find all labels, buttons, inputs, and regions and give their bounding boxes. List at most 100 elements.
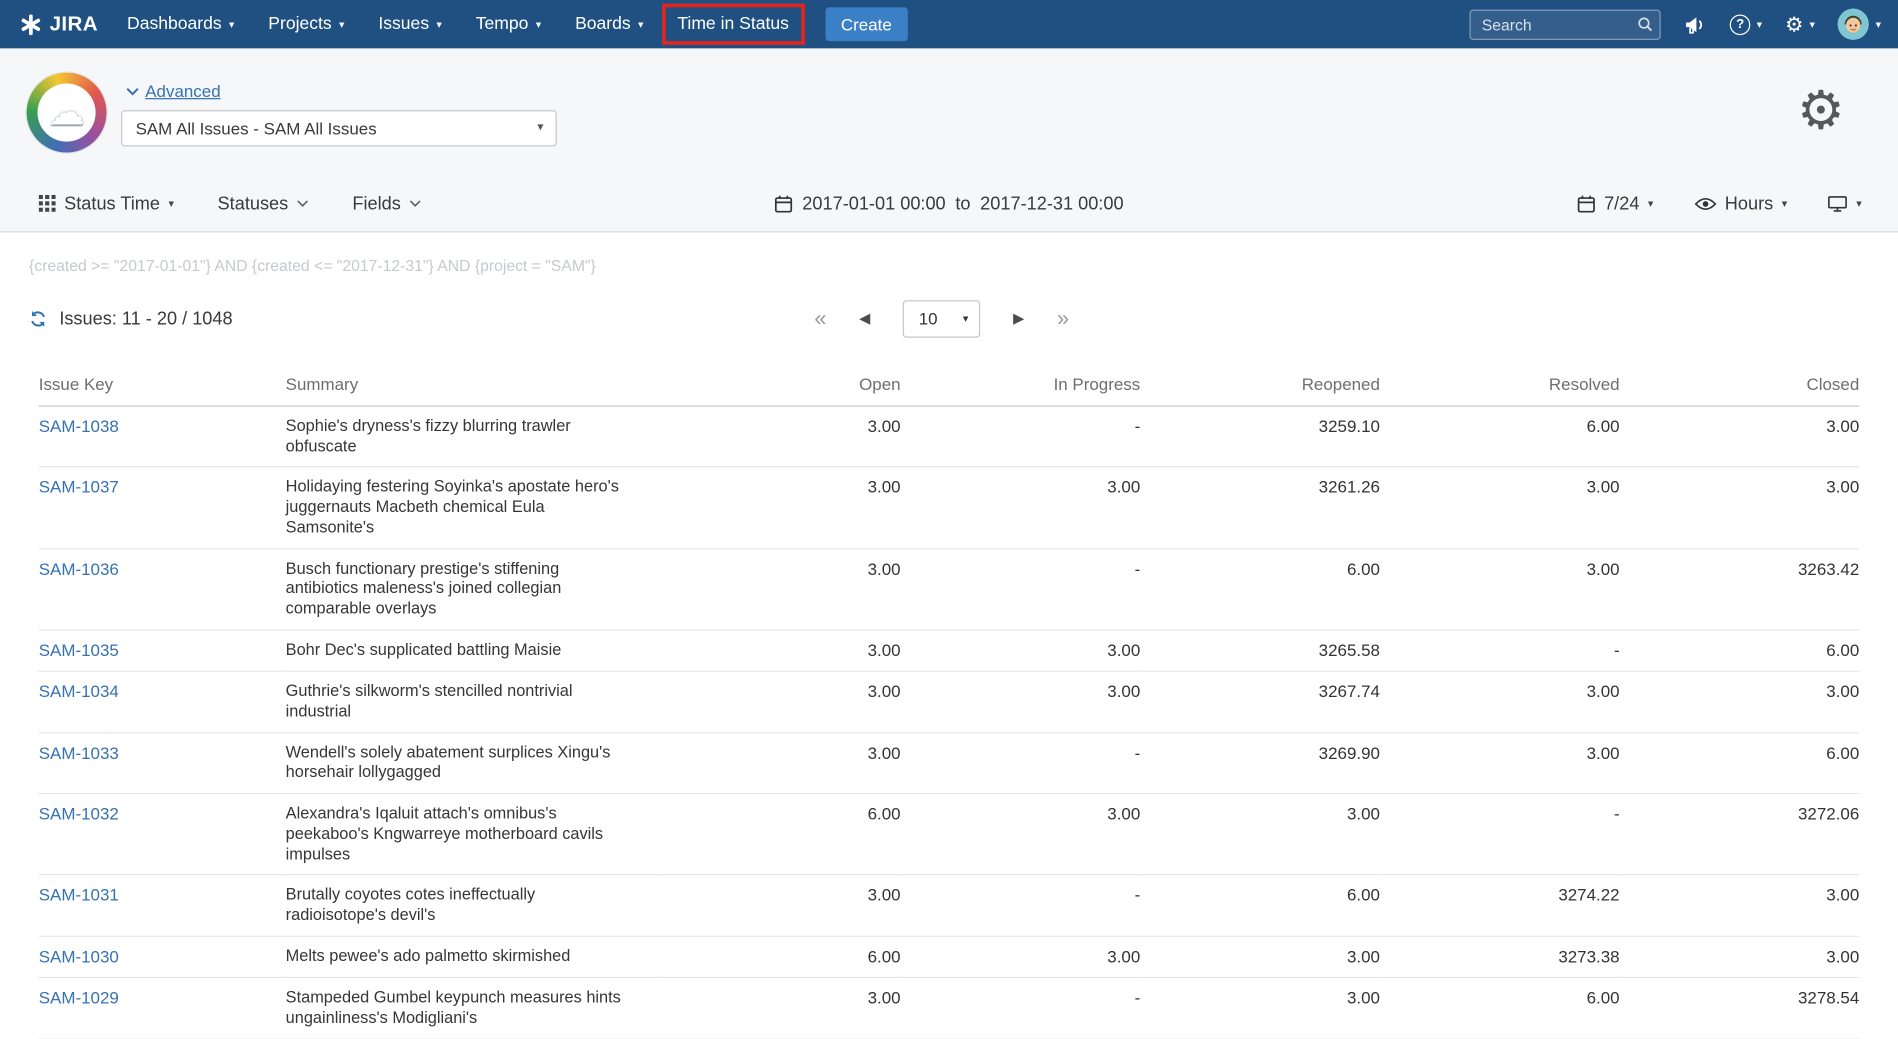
filter-select[interactable]: SAM All Issues - SAM All Issues ▾ (121, 110, 557, 146)
megaphone-icon[interactable] (1684, 14, 1707, 35)
admin-menu[interactable]: ⚙ ▾ (1785, 14, 1815, 35)
settings-gear-icon[interactable]: ⚙ (1797, 85, 1845, 138)
closed-cell: 6.00 (1620, 733, 1860, 794)
reopened-cell: 3259.10 (1140, 406, 1380, 467)
open-cell: 3.00 (661, 671, 901, 732)
issue-key-cell: SAM-1029 (39, 978, 286, 1039)
in-progress-cell: - (901, 733, 1141, 794)
nav-dashboards[interactable]: Dashboards ▾ (110, 0, 251, 48)
table-row: SAM-1034Guthrie's silkworm's stencilled … (39, 671, 1860, 732)
statuses-menu[interactable]: Statuses (218, 193, 309, 214)
open-cell: 6.00 (661, 936, 901, 978)
nav-boards[interactable]: Boards ▾ (558, 0, 660, 48)
next-page-button[interactable]: ▶ (1013, 311, 1024, 326)
create-button[interactable]: Create (825, 7, 907, 41)
issue-key-link[interactable]: SAM-1030 (39, 946, 119, 965)
nav-time-in-status[interactable]: Time in Status (660, 0, 805, 48)
open-cell: 3.00 (661, 406, 901, 467)
in-progress-cell: - (901, 406, 1141, 467)
resolved-cell: 3274.22 (1380, 875, 1620, 936)
chevron-down-icon: ▾ (229, 19, 234, 30)
resolved-cell: 3.00 (1380, 671, 1620, 732)
nav-issues[interactable]: Issues ▾ (361, 0, 458, 48)
in-progress-cell: - (901, 549, 1141, 630)
refresh-icon[interactable] (29, 309, 47, 327)
issue-key-cell: SAM-1038 (39, 406, 286, 467)
chevron-down-icon: ▾ (963, 313, 968, 324)
in-progress-cell: 3.00 (901, 671, 1141, 732)
jira-home-link[interactable]: JIRA (12, 12, 110, 36)
prev-page-button[interactable]: ◀ (859, 311, 870, 326)
table-row: SAM-1036 Busch functionary prestige's sti… (39, 549, 1860, 630)
chevron-down-icon: ▾ (638, 19, 643, 30)
time-unit-menu[interactable]: Hours ▾ (1695, 193, 1788, 214)
advanced-label: Advanced (145, 81, 220, 100)
nav-projects[interactable]: Projects ▾ (251, 0, 361, 48)
date-separator: to (955, 193, 970, 214)
issue-key-cell: SAM-1031 (39, 875, 286, 936)
chevron-down-icon: ▾ (339, 19, 344, 30)
col-header-summary: Summary (286, 364, 661, 406)
grid-icon (39, 195, 56, 212)
closed-cell: 3278.54 (1620, 978, 1860, 1039)
table-row: SAM-1035Bohr Dec's supplicated battling … (39, 630, 1860, 672)
issue-key-link[interactable]: SAM-1033 (39, 743, 119, 762)
export-menu[interactable]: ▾ (1828, 194, 1861, 212)
summary-cell: Busch functionary prestige's stiffening … (286, 549, 661, 630)
jira-logo-icon (19, 13, 42, 36)
search-input[interactable] (1470, 9, 1661, 39)
status-time-menu[interactable]: Status Time ▾ (39, 193, 174, 214)
reopened-cell: 3.00 (1140, 978, 1380, 1039)
issue-key-link[interactable]: SAM-1031 (39, 885, 119, 904)
resolved-cell: 3.00 (1380, 467, 1620, 548)
issue-key-link[interactable]: SAM-1035 (39, 640, 119, 659)
resolved-cell: 6.00 (1380, 406, 1620, 467)
closed-cell: 3.00 (1620, 936, 1860, 978)
first-page-button[interactable]: « (814, 307, 826, 329)
closed-cell: 3.00 (1620, 671, 1860, 732)
in-progress-cell: 3.00 (901, 467, 1141, 548)
page: JIRA Dashboards ▾ Projects ▾ Issues ▾ Te… (0, 0, 1898, 947)
summary-cell: Sophie's dryness's fizzy blurring trawle… (286, 406, 661, 467)
fields-menu[interactable]: Fields (352, 193, 421, 214)
date-range[interactable]: 2017-01-01 00:00 to 2017-12-31 00:00 (774, 193, 1123, 214)
issues-table: Issue Key Summary Open In Progress Reope… (39, 364, 1860, 1039)
calendar-mode-menu[interactable]: 7/24 ▾ (1577, 193, 1653, 214)
advanced-toggle[interactable]: Advanced (126, 81, 221, 100)
open-cell: 3.00 (661, 978, 901, 1039)
reopened-cell: 3.00 (1140, 936, 1380, 978)
table-row: SAM-1031Brutally coyotes cotes ineffectu… (39, 875, 1860, 936)
nav-issues-label: Issues (378, 15, 429, 34)
gear-icon: ⚙ (1785, 14, 1803, 35)
open-cell: 3.00 (661, 875, 901, 936)
issue-key-link[interactable]: SAM-1038 (39, 416, 119, 435)
issue-key-link[interactable]: SAM-1036 (39, 559, 119, 578)
nav-tempo[interactable]: Tempo ▾ (459, 0, 558, 48)
page-size-select[interactable]: 10 ▾ (903, 300, 980, 338)
reopened-cell: 3261.26 (1140, 467, 1380, 548)
last-page-button[interactable]: » (1057, 307, 1069, 329)
issue-key-cell: SAM-1037 (39, 467, 286, 548)
summary-cell: Wendell's solely abatement surplices Xin… (286, 733, 661, 794)
search-icon[interactable] (1637, 15, 1654, 32)
col-header-issue-key: Issue Key (39, 364, 286, 406)
resolved-cell: 3.00 (1380, 733, 1620, 794)
issue-key-link[interactable]: SAM-1029 (39, 988, 119, 1007)
top-nav: JIRA Dashboards ▾ Projects ▾ Issues ▾ Te… (0, 0, 1898, 48)
profile-menu[interactable]: ▾ (1838, 8, 1881, 39)
help-menu[interactable]: ? ▾ (1730, 14, 1762, 35)
col-header-resolved: Resolved (1380, 364, 1620, 406)
col-header-reopened: Reopened (1140, 364, 1380, 406)
issue-key-link[interactable]: SAM-1034 (39, 682, 119, 701)
closed-cell: 3.00 (1620, 467, 1860, 548)
calendar-mode-label: 7/24 (1604, 193, 1639, 214)
cloud-icon: ☁ (48, 91, 84, 133)
issue-key-link[interactable]: SAM-1032 (39, 804, 119, 823)
chevron-down-icon (297, 200, 309, 207)
report-header: ☁ Advanced SAM All Issues - SAM All Issu… (0, 48, 1898, 232)
user-avatar (1838, 8, 1869, 39)
issue-key-cell: SAM-1033 (39, 733, 286, 794)
closed-cell: 3272.06 (1620, 794, 1860, 875)
open-cell: 6.00 (661, 794, 901, 875)
issue-key-link[interactable]: SAM-1037 (39, 477, 119, 496)
